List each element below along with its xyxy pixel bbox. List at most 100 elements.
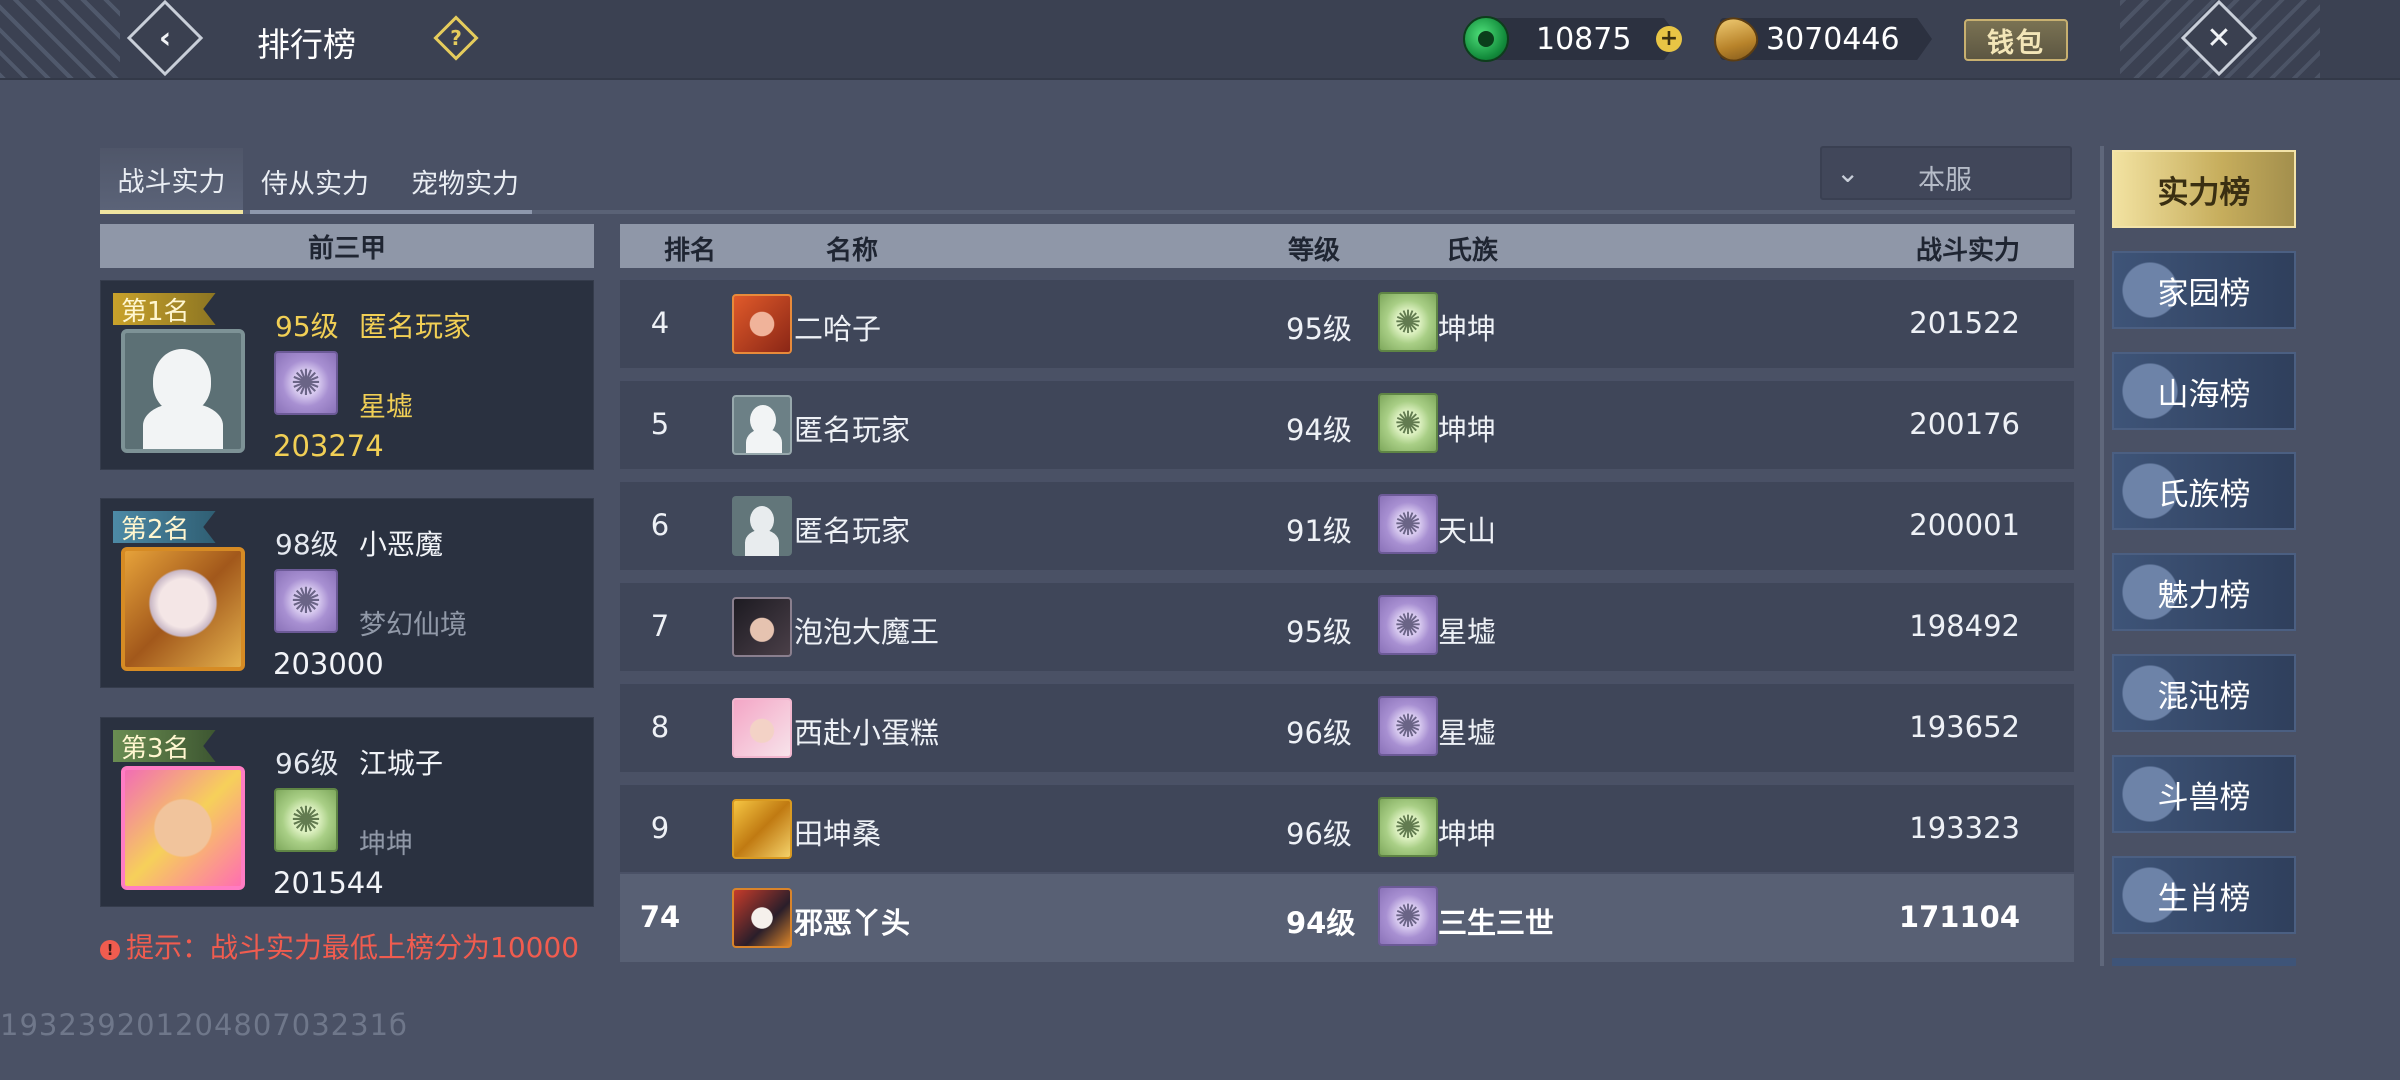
row-rank: 5 <box>650 407 670 441</box>
tab-pet-power[interactable]: 宠物实力 <box>395 148 535 214</box>
row-name: 泡泡大魔王 <box>794 615 940 649</box>
board-list-overflow <box>2112 958 2296 966</box>
combat-power: 203274 <box>273 429 384 463</box>
row-level: 96级 <box>1286 817 1352 851</box>
row-rank: 7 <box>650 609 670 643</box>
avatar <box>732 395 792 455</box>
table-row[interactable]: 6 匿名玩家 91级 天山 200001 <box>620 480 2074 570</box>
clan-name: 坤坤 <box>359 829 413 860</box>
chevron-left-icon: ‹ <box>158 20 172 56</box>
row-level: 94级 <box>1286 413 1352 447</box>
top3-header: 前三甲 <box>100 224 594 268</box>
close-icon: ✕ <box>2206 20 2232 56</box>
board-home[interactable]: 家园榜 <box>2112 251 2296 329</box>
row-name: 西赴小蛋糕 <box>794 716 940 750</box>
table-row[interactable]: 7 泡泡大魔王 95级 星墟 198492 <box>620 581 2074 671</box>
row-level: 95级 <box>1286 312 1352 346</box>
row-level: 94级 <box>1286 906 1356 940</box>
player-level: 96级 <box>275 747 339 780</box>
server-dropdown-value: 本服 <box>1918 165 1972 196</box>
warning-icon: ! <box>100 940 120 960</box>
table-row[interactable]: 4 二哈子 95级 坤坤 201522 <box>620 278 2074 368</box>
row-level: 96级 <box>1286 716 1352 750</box>
avatar <box>732 698 792 758</box>
row-power: 193652 <box>1909 710 2020 744</box>
row-level: 91级 <box>1286 514 1352 548</box>
clan-emblem-icon <box>1378 292 1438 352</box>
top-left-ornament <box>0 0 120 78</box>
top3-card-3[interactable]: 第3名 96级 江城子 坤坤 201544 <box>100 717 594 907</box>
top3-card-1[interactable]: 第1名 95级 匿名玩家 星墟 203274 <box>100 280 594 470</box>
avatar <box>732 799 792 859</box>
column-header-clan: 氏族 <box>1446 236 1499 266</box>
board-chaos[interactable]: 混沌榜 <box>2112 654 2296 732</box>
avatar <box>121 547 245 671</box>
row-power: 200176 <box>1909 407 2020 441</box>
column-header-power: 战斗实力 <box>1915 236 2020 266</box>
table-row[interactable]: 8 西赴小蛋糕 96级 星墟 193652 <box>620 682 2074 772</box>
board-list-divider <box>2100 146 2104 966</box>
player-name: 江城子 <box>359 747 444 780</box>
row-name: 匿名玩家 <box>794 413 911 447</box>
page-title: 排行榜 <box>257 25 356 64</box>
avatar <box>732 597 792 657</box>
ranking-hint-text: 提示：战斗实力最低上榜分为10000 <box>126 931 580 964</box>
player-level: 98级 <box>275 528 339 561</box>
row-level: 95级 <box>1286 615 1352 649</box>
tab-bar: 战斗实力 侍从实力 宠物实力 <box>100 148 532 214</box>
row-rank: 4 <box>650 306 670 340</box>
row-clan: 星墟 <box>1438 615 1497 649</box>
row-power: 193323 <box>1909 811 2020 845</box>
tab-attendant-power[interactable]: 侍从实力 <box>250 148 380 214</box>
board-clan[interactable]: 氏族榜 <box>2112 452 2296 530</box>
player-name: 小恶魔 <box>359 528 444 561</box>
column-header-name: 名称 <box>826 236 879 266</box>
clan-emblem-icon <box>1378 797 1438 857</box>
column-header-rank: 排名 <box>664 236 717 266</box>
server-dropdown[interactable]: ⌄ 本服 <box>1820 146 2072 200</box>
player-level: 95级 <box>275 310 339 343</box>
clan-emblem-icon <box>274 351 338 415</box>
ranking-hint: ! 提示：战斗实力最低上榜分为10000 <box>100 926 579 966</box>
clan-name: 星墟 <box>359 392 413 423</box>
player-name: 匿名玩家 <box>359 310 472 343</box>
row-clan: 坤坤 <box>1438 817 1497 851</box>
rank-ribbon: 第3名 <box>113 730 216 762</box>
uid-watermark: 19323920120480703231б <box>0 1008 408 1042</box>
jade-amount: 10875 <box>1536 22 1632 57</box>
board-beast-fight[interactable]: 斗兽榜 <box>2112 755 2296 833</box>
top3-card-2[interactable]: 第2名 98级 小恶魔 梦幻仙境 203000 <box>100 498 594 688</box>
row-rank: 74 <box>639 900 681 934</box>
column-header-level: 等级 <box>1288 236 1341 266</box>
rank-ribbon: 第2名 <box>113 511 216 543</box>
table-row[interactable]: 9 田坤桑 96级 坤坤 193323 <box>620 783 2074 873</box>
table-row[interactable]: 5 匿名玩家 94级 坤坤 200176 <box>620 379 2074 469</box>
tab-combat-power[interactable]: 战斗实力 <box>100 148 243 214</box>
board-zodiac[interactable]: 生肖榜 <box>2112 856 2296 934</box>
rank-ribbon: 第1名 <box>113 293 216 325</box>
avatar <box>732 888 792 948</box>
row-power: 198492 <box>1909 609 2020 643</box>
row-clan: 三生三世 <box>1438 906 1555 940</box>
clan-emblem-icon <box>274 569 338 633</box>
clan-emblem-icon <box>1378 696 1438 756</box>
chevron-down-icon: ⌄ <box>1836 156 1860 189</box>
row-rank: 6 <box>650 508 670 542</box>
jade-coin-icon <box>1463 16 1509 62</box>
row-clan: 星墟 <box>1438 716 1497 750</box>
combat-power: 201544 <box>273 866 384 900</box>
row-clan: 坤坤 <box>1438 312 1497 346</box>
row-power: 200001 <box>1909 508 2020 542</box>
board-charm[interactable]: 魅力榜 <box>2112 553 2296 631</box>
board-strength[interactable]: 实力榜 <box>2112 150 2296 228</box>
table-header: 排名 名称 等级 氏族 战斗实力 <box>620 224 2074 268</box>
add-jade-plus-icon[interactable]: + <box>1656 26 1682 52</box>
wallet-button[interactable]: 钱包 <box>1964 19 2068 61</box>
row-power: 201522 <box>1909 306 2020 340</box>
self-rank-row[interactable]: 74 邪恶丫头 94级 三生三世 171104 <box>620 872 2074 962</box>
row-name: 邪恶丫头 <box>794 906 911 940</box>
row-power: 171104 <box>1898 900 2020 934</box>
board-shanhai[interactable]: 山海榜 <box>2112 352 2296 430</box>
avatar <box>732 496 792 556</box>
clan-name: 梦幻仙境 <box>359 610 467 641</box>
